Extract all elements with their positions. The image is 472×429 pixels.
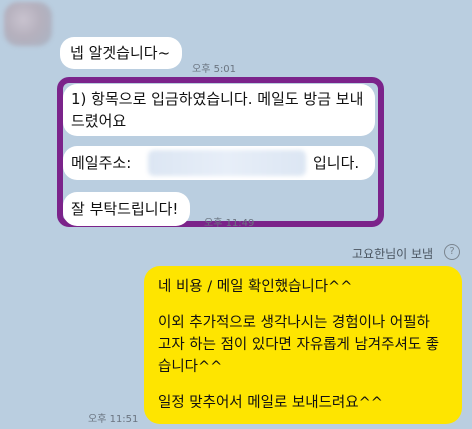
message-text-line: 습니다^^ bbox=[158, 359, 223, 375]
email-suffix: 입니다. bbox=[313, 154, 360, 172]
message-time: 오후 11:49 bbox=[204, 218, 255, 229]
message-bubble-incoming-4[interactable]: 잘 부탁드립니다! bbox=[63, 192, 191, 226]
redacted-email bbox=[148, 150, 306, 176]
message-text: 넵 알겟습니다~ bbox=[70, 44, 171, 62]
message-time: 오후 5:01 bbox=[192, 64, 237, 75]
message-text-line: 고자 하는 점이 있다면 자유롭게 남겨주셔도 좋 bbox=[158, 337, 440, 353]
message-bubble-incoming-2[interactable]: 1) 항목으로 입금하였습니다. 메일도 방금 보내 드렸어요 bbox=[63, 84, 375, 136]
message-text-line: 드렸어요 bbox=[71, 112, 127, 130]
message-text-line: 일정 맞추어서 메일로 보내드려요^^ bbox=[158, 395, 383, 411]
sender-avatar[interactable] bbox=[4, 2, 52, 46]
message-bubble-outgoing[interactable]: 네 비용 / 메일 확인했습니다^^ 이외 추가적으로 생각나시는 경험이나 어… bbox=[144, 266, 462, 424]
message-bubble-incoming-1[interactable]: 넵 알겟습니다~ bbox=[60, 37, 183, 69]
email-label: 메일주소: bbox=[71, 154, 132, 172]
message-text: 잘 부탁드립니다! bbox=[71, 200, 179, 218]
message-text-line: 이외 추가적으로 생각나시는 경험이나 어필하 bbox=[158, 315, 430, 331]
message-text-line: 1) 항목으로 입금하였습니다. 메일도 방금 보내 bbox=[71, 90, 364, 108]
message-time: 오후 11:51 bbox=[88, 414, 139, 425]
message-text-line: 네 비용 / 메일 확인했습니다^^ bbox=[158, 279, 353, 295]
help-icon[interactable]: ? bbox=[444, 244, 460, 260]
sender-label: 고요한님이 보냄 bbox=[352, 247, 434, 261]
